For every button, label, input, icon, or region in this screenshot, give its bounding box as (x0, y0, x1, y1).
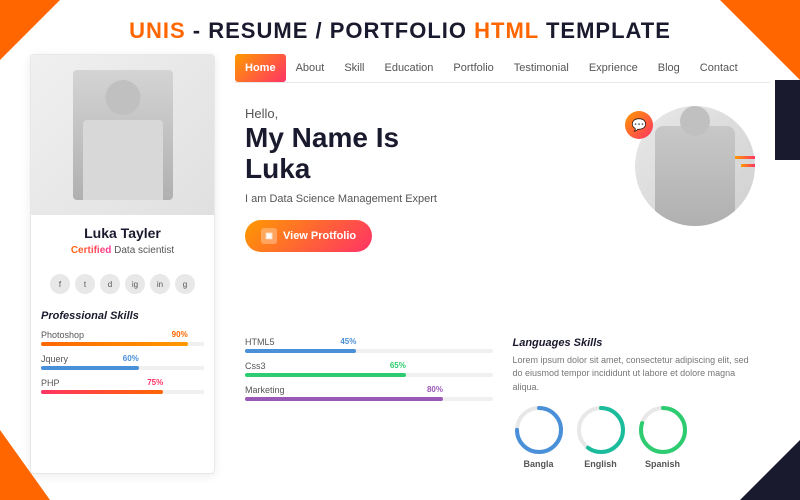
linkedin-icon[interactable]: in (150, 274, 170, 294)
profile-name: Luka Tayler (41, 225, 204, 241)
portfolio-icon: ▣ (261, 228, 277, 244)
skill-bar-fill: 75% (41, 390, 163, 394)
nav-item-exprience[interactable]: Exprience (579, 54, 648, 82)
brand-name: UNIS (129, 18, 186, 43)
skill-item: Marketing 80% (245, 385, 493, 401)
certified-badge: Certified (71, 245, 112, 256)
hero-text: Hello, My Name Is Luka I am Data Science… (245, 106, 610, 317)
skill-bar-bg: 80% (245, 397, 493, 401)
main-content: Luka Tayler Certified Data scientist f t… (0, 54, 800, 474)
skill-item: Css3 65% (245, 361, 493, 377)
title-suffix: TEMPLATE (539, 18, 671, 43)
language-circle-svg (513, 404, 565, 456)
skill-bar-bg: 65% (245, 373, 493, 377)
skill-percent: 65% (390, 361, 406, 370)
hero-name-line1: My Name Is (245, 122, 399, 153)
skill-label: Marketing (245, 385, 493, 395)
skill-item: PHP 75% (41, 378, 204, 394)
skill-percent: 45% (340, 337, 356, 346)
nav-item-education[interactable]: Education (374, 54, 443, 82)
profile-title: Certified Data scientist (41, 245, 204, 256)
language-circle-svg (575, 404, 627, 456)
facebook-icon[interactable]: f (50, 274, 70, 294)
hello-text: Hello, (245, 106, 610, 121)
skill-bar-bg: 75% (41, 390, 204, 394)
instagram-icon[interactable]: ig (125, 274, 145, 294)
sidebar-card: Luka Tayler Certified Data scientist f t… (30, 54, 215, 474)
skill-label: HTML5 (245, 337, 493, 347)
hero-name-line2: Luka (245, 153, 310, 184)
nav-item-about[interactable]: About (286, 54, 335, 82)
google-icon[interactable]: g (175, 274, 195, 294)
skill-item: Jquery 60% (41, 354, 204, 370)
skill-bar-bg: 60% (41, 366, 204, 370)
hero-section: Hello, My Name Is Luka I am Data Science… (235, 91, 770, 332)
language-label: Spanish (645, 459, 680, 469)
languages-heading: Languages Skills (513, 337, 761, 349)
nav-item-contact[interactable]: Contact (690, 54, 748, 82)
hero-avatar-circle (635, 106, 755, 226)
right-content: HomeAboutSkillEducationPortfolioTestimon… (235, 54, 770, 474)
skill-percent: 80% (427, 385, 443, 394)
skills-list-right: HTML5 45% Css3 65% Marketing 80% (245, 337, 493, 401)
skill-percent: 60% (123, 354, 139, 363)
language-circle-wrap: English (575, 404, 627, 469)
skills-right-section: HTML5 45% Css3 65% Marketing 80% (245, 337, 493, 470)
skill-bar-bg: 90% (41, 342, 204, 346)
language-label: English (584, 459, 617, 469)
nav-item-home[interactable]: Home (235, 54, 286, 82)
hero-person-figure (655, 126, 735, 226)
dribbble-icon[interactable]: d (100, 274, 120, 294)
title-text: Data scientist (111, 245, 174, 256)
nav-bar: HomeAboutSkillEducationPortfolioTestimon… (235, 54, 770, 83)
skill-item: Photoshop 90% (41, 330, 204, 346)
chat-bubble-icon: 💬 (625, 111, 653, 139)
skills-list-left: Photoshop 90% Jquery 60% PHP 75% (41, 330, 204, 394)
skill-bar-fill: 80% (245, 397, 443, 401)
skill-label: PHP (41, 378, 204, 388)
profile-image-area (31, 55, 214, 215)
hero-image-area: 💬 (630, 106, 760, 317)
skill-bar-fill: 60% (41, 366, 139, 370)
profile-info: Luka Tayler Certified Data scientist (31, 215, 214, 266)
title-middle: - RESUME / PORTFOLIO (186, 18, 474, 43)
language-circle-wrap: Spanish (637, 404, 689, 469)
skill-bar-fill: 65% (245, 373, 406, 377)
social-icons-row: f t d ig in g (31, 266, 214, 302)
nav-item-testimonial[interactable]: Testimonial (504, 54, 579, 82)
skill-bar-fill: 45% (245, 349, 356, 353)
language-label: Bangla (523, 459, 553, 469)
skill-bar-fill: 90% (41, 342, 188, 346)
skills-section: Professional Skills Photoshop 90% Jquery… (31, 302, 214, 473)
languages-section: Languages Skills Lorem ipsum dolor sit a… (513, 337, 761, 470)
page-title: UNIS - RESUME / PORTFOLIO HTML TEMPLATE (0, 0, 800, 54)
bottom-section: HTML5 45% Css3 65% Marketing 80% Languag… (235, 332, 770, 475)
nav-item-portfolio[interactable]: Portfolio (443, 54, 503, 82)
skills-heading: Professional Skills (41, 310, 204, 322)
skill-percent: 90% (172, 330, 188, 339)
language-circle-svg (637, 404, 689, 456)
hero-name: My Name Is Luka (245, 123, 610, 185)
avatar (73, 70, 173, 200)
language-circle-wrap: Bangla (513, 404, 565, 469)
nav-item-blog[interactable]: Blog (648, 54, 690, 82)
twitter-icon[interactable]: t (75, 274, 95, 294)
language-circles: Bangla English Spanish (513, 404, 761, 469)
skill-label: Css3 (245, 361, 493, 371)
view-portfolio-label: View Protfolio (283, 230, 356, 242)
languages-description: Lorem ipsum dolor sit amet, consectetur … (513, 354, 761, 395)
view-portfolio-button[interactable]: ▣ View Protfolio (245, 220, 372, 252)
skill-percent: 75% (147, 378, 163, 387)
side-decoration-right (775, 80, 800, 160)
skill-item: HTML5 45% (245, 337, 493, 353)
hero-subtitle: I am Data Science Management Expert (245, 193, 610, 205)
title-html: HTML (474, 18, 539, 43)
dash-decoration-2 (741, 164, 755, 167)
skill-bar-bg: 45% (245, 349, 493, 353)
nav-item-skill[interactable]: Skill (334, 54, 374, 82)
dash-decoration-1 (735, 156, 755, 159)
